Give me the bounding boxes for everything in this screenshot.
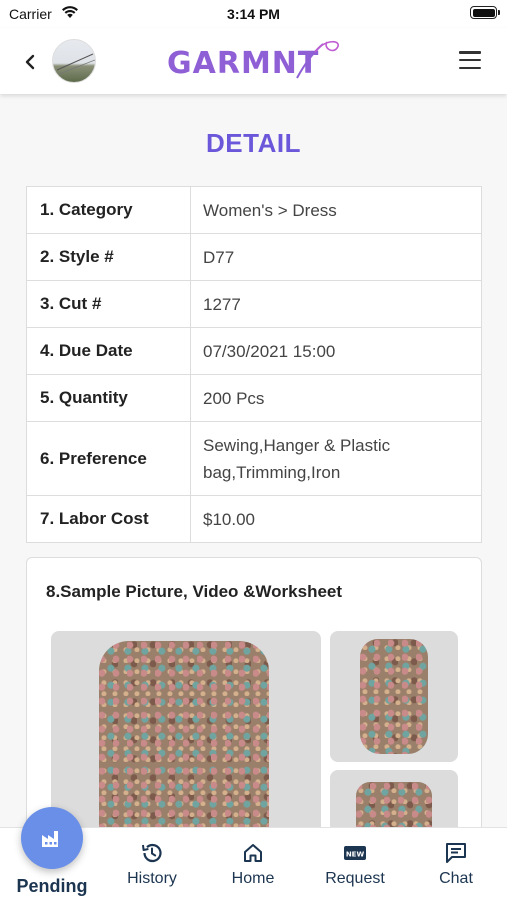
new-badge-icon: NEW (310, 840, 400, 866)
svg-text:NEW: NEW (346, 851, 365, 859)
battery-tip (498, 10, 500, 15)
avatar[interactable] (52, 39, 96, 83)
hamburger-icon-line (459, 66, 481, 69)
needle-thread-icon (296, 40, 339, 79)
detail-value: D77 (190, 233, 482, 281)
nav-pending[interactable]: Pending (7, 872, 97, 897)
nav-chat[interactable]: Chat (411, 840, 501, 888)
nav-request[interactable]: NEW Request (310, 840, 400, 888)
hamburger-menu-button[interactable] (459, 51, 481, 69)
detail-row-cut: 3. Cut # 1277 (26, 280, 482, 328)
sample-media-card: 8.Sample Picture, Video &Worksheet (26, 557, 482, 857)
nav-label: Pending (16, 876, 88, 896)
detail-value: $10.00 (190, 495, 482, 543)
factory-icon (42, 831, 58, 847)
detail-label: 1. Category (26, 186, 191, 234)
detail-label: 5. Quantity (26, 374, 191, 422)
detail-value: 200 Pcs (190, 374, 482, 422)
detail-row-quantity: 5. Quantity 200 Pcs (26, 374, 482, 422)
detail-value: 1277 (190, 280, 482, 328)
home-icon (208, 840, 298, 866)
detail-row-preference: 6. Preference Sewing,Hanger & Plastic ba… (26, 421, 482, 496)
detail-row-style: 2. Style # D77 (26, 233, 482, 281)
back-button[interactable] (18, 50, 42, 74)
history-icon (107, 840, 197, 866)
detail-label: 2. Style # (26, 233, 191, 281)
hamburger-icon-line (459, 58, 481, 62)
battery-icon (470, 6, 497, 19)
detail-value: Sewing,Hanger & Plastic bag,Trimming,Iro… (190, 421, 482, 496)
garmnt-logo: GARMNT (165, 34, 345, 86)
detail-row-labor-cost: 7. Labor Cost $10.00 (26, 495, 482, 543)
nav-history[interactable]: History (107, 840, 197, 888)
chat-icon (411, 840, 501, 866)
nav-label: History (127, 870, 177, 887)
hamburger-icon-line (459, 51, 481, 54)
detail-value: 07/30/2021 15:00 (190, 327, 482, 375)
nav-label: Request (325, 870, 385, 887)
detail-label: 7. Labor Cost (26, 495, 191, 543)
clock-label: 3:14 PM (227, 6, 280, 22)
detail-row-due-date: 4. Due Date 07/30/2021 15:00 (26, 327, 482, 375)
sample-picture-thumbnail[interactable] (330, 631, 458, 762)
sample-picture-main[interactable] (51, 631, 321, 856)
dress-photo (360, 639, 428, 754)
nav-label: Home (231, 870, 275, 887)
detail-label: 6. Preference (26, 421, 191, 496)
detail-label: 4. Due Date (26, 327, 191, 375)
nav-home[interactable]: Home (208, 840, 298, 888)
detail-row-category: 1. Category Women's > Dress (26, 186, 482, 234)
app-header: GARMNT (0, 28, 507, 94)
dress-photo (99, 641, 269, 856)
page-title: DETAIL (206, 128, 301, 158)
nav-label: Chat (439, 870, 473, 887)
detail-label: 3. Cut # (26, 280, 191, 328)
chevron-left-icon (25, 54, 35, 70)
status-bar: Carrier 3:14 PM (0, 0, 507, 28)
pending-fab-button[interactable] (21, 807, 83, 869)
detail-value: Women's > Dress (190, 186, 482, 234)
detail-table: 1. Category Women's > Dress 2. Style # D… (26, 186, 482, 543)
media-section-title: 8.Sample Picture, Video &Worksheet (46, 582, 343, 601)
